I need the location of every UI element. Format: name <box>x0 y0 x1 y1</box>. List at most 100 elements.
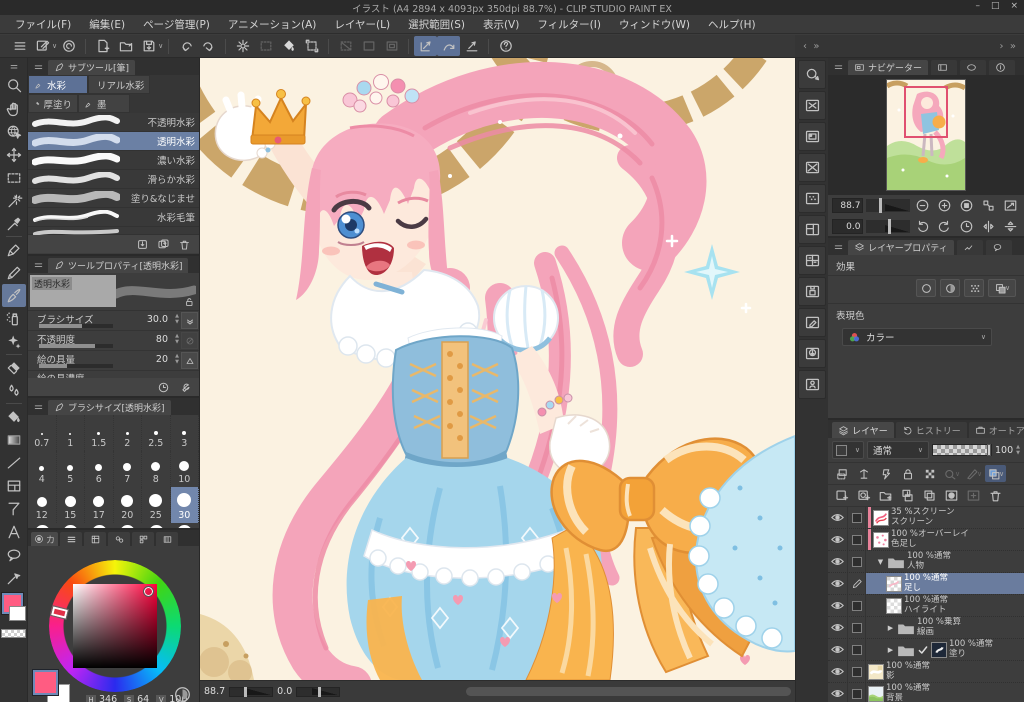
param-source-button[interactable] <box>181 312 198 329</box>
panel-menu-icon[interactable] <box>31 258 45 272</box>
color-slider-tab[interactable] <box>60 532 82 546</box>
redo-icon[interactable] <box>197 36 220 56</box>
stepper-icon[interactable]: ▲▼ <box>175 354 179 365</box>
crop-icon[interactable] <box>300 36 323 56</box>
detail-settings-icon[interactable] <box>178 381 191 394</box>
close-button[interactable]: × <box>1010 1 1018 11</box>
menu-window[interactable]: ウィンドウ(W) <box>610 17 699 32</box>
layer-row-folder[interactable]: ▶ 100 %通常塗り <box>828 639 1024 661</box>
zoom-in-icon[interactable] <box>935 197 954 214</box>
material-search-icon[interactable] <box>798 60 826 89</box>
clip-studio-icon[interactable] <box>57 36 80 56</box>
move-layer-tool[interactable] <box>2 143 26 166</box>
layer-row[interactable]: 100 %通常背景 <box>828 683 1024 702</box>
visibility-eye-icon[interactable] <box>828 529 848 550</box>
new-vector-layer-icon[interactable] <box>853 487 874 504</box>
3d-material-icon[interactable] <box>798 370 826 399</box>
maximize-button[interactable]: □ <box>991 1 1000 11</box>
rotate-left-icon[interactable] <box>913 218 932 235</box>
new-raster-layer-icon[interactable] <box>831 487 852 504</box>
apply-mask-icon[interactable] <box>963 487 984 504</box>
collapse-left-icon[interactable]: ‹ <box>803 41 807 52</box>
visibility-eye-icon[interactable] <box>828 595 848 616</box>
size-cell[interactable]: 6 <box>85 451 114 487</box>
add-subtool-icon[interactable] <box>157 238 170 251</box>
brush-item[interactable]: 濃い水彩 <box>28 151 199 170</box>
all-materials-icon[interactable] <box>798 91 826 120</box>
rotate-right-icon[interactable] <box>935 218 954 235</box>
size-cell[interactable]: 25 <box>142 487 171 523</box>
navigator-rotation-slider[interactable] <box>866 220 910 233</box>
fill-tool[interactable] <box>2 405 26 428</box>
enable-mask-icon[interactable]: ∨ <box>941 465 962 482</box>
workspace-edit-icon[interactable] <box>31 36 54 56</box>
clear-icon[interactable] <box>231 36 254 56</box>
history-tab[interactable]: ヒストリー <box>896 422 967 438</box>
subtool-group-tab-thick-paint[interactable]: 厚塗り <box>28 94 78 113</box>
panel-menu-icon[interactable] <box>31 60 45 74</box>
intermediate-color-tab[interactable] <box>108 532 130 546</box>
brush-item[interactable]: 滑らか水彩 <box>28 170 199 189</box>
tone-effect-icon[interactable] <box>964 279 984 297</box>
clip-to-layer-below-icon[interactable] <box>831 465 852 482</box>
transparent-color-swatch[interactable] <box>1 629 26 638</box>
layer-row[interactable]: 100 %オーバーレイ色足し <box>828 529 1024 551</box>
frame-border-tool[interactable] <box>2 474 26 497</box>
flip-vertical-icon[interactable] <box>1001 218 1020 235</box>
save-icon[interactable] <box>137 36 160 56</box>
size-cell[interactable]: 20 <box>114 487 143 523</box>
delete-subtool-icon[interactable] <box>178 238 191 251</box>
size-cell[interactable]: 12 <box>28 487 57 523</box>
layer-row[interactable]: 100 %通常ハイライト <box>828 595 1024 617</box>
animation-tab[interactable] <box>957 240 983 255</box>
menu-page[interactable]: ページ管理(P) <box>134 17 219 32</box>
layer-row[interactable]: 35 %スクリーンスクリーン <box>828 507 1024 529</box>
snap-grid-icon[interactable] <box>460 36 483 56</box>
lock-layer-icon[interactable] <box>897 465 918 482</box>
eyedropper-tool[interactable] <box>2 212 26 235</box>
correct-line-tool[interactable] <box>2 566 26 589</box>
gradient-disabled-icon[interactable] <box>357 36 380 56</box>
menu-icon[interactable] <box>8 36 31 56</box>
information-tab[interactable] <box>989 60 1015 75</box>
image-material-icon[interactable] <box>798 122 826 151</box>
layer-checkbox[interactable] <box>848 529 866 550</box>
size-cell[interactable]: 7 <box>114 451 143 487</box>
menu-file[interactable]: ファイル(F) <box>6 17 80 32</box>
opacity-value[interactable]: 100 <box>995 445 1013 456</box>
gradient-tool[interactable] <box>2 428 26 451</box>
frame-disabled-icon[interactable] <box>380 36 403 56</box>
snap-special-ruler-icon[interactable] <box>437 36 460 56</box>
visibility-eye-icon[interactable] <box>828 661 848 682</box>
visibility-eye-icon[interactable] <box>828 617 848 638</box>
transfer-to-lower-layer-icon[interactable] <box>897 487 918 504</box>
layer-checkbox[interactable] <box>848 551 866 572</box>
menu-filter[interactable]: フィルター(I) <box>528 17 610 32</box>
menu-selection[interactable]: 選択範囲(S) <box>399 17 474 32</box>
fringe-effect-icon[interactable] <box>940 279 960 297</box>
layer-checkbox[interactable] <box>848 507 866 528</box>
menu-layer[interactable]: レイヤー(L) <box>325 17 399 32</box>
zoom-tool[interactable] <box>2 74 26 97</box>
stepper-icon[interactable]: ▲▼ <box>1016 445 1020 456</box>
hand-tool[interactable] <box>2 97 26 120</box>
flip-horizontal-icon[interactable] <box>979 218 998 235</box>
layer-property-tab[interactable]: レイヤープロパティ <box>848 240 954 255</box>
select-disabled-icon[interactable] <box>334 36 357 56</box>
new-canvas-icon[interactable] <box>91 36 114 56</box>
brush-item-selected[interactable]: 透明水彩 <box>28 132 199 151</box>
expand-left-icon[interactable]: » <box>813 41 819 52</box>
toolstrip-menu-icon[interactable] <box>2 59 26 74</box>
panel-menu-icon[interactable] <box>831 60 845 74</box>
opacity-slider[interactable] <box>932 444 992 456</box>
navigator-tab[interactable]: ナビゲーター <box>848 60 928 75</box>
menu-edit[interactable]: 編集(E) <box>80 17 134 32</box>
balloon-tab[interactable] <box>986 240 1012 255</box>
layer-color-effect-icon[interactable]: ∨ <box>988 279 1016 297</box>
palette-color-select[interactable]: ∨ <box>832 441 864 459</box>
stepper-icon[interactable]: ▲▼ <box>175 334 179 345</box>
visibility-eye-icon[interactable] <box>828 683 848 702</box>
size-cell[interactable]: 1 <box>57 415 86 451</box>
layer-row-folder[interactable]: ▼ 100 %通常人物 <box>828 551 1024 573</box>
subtool-group-tab-watercolor[interactable]: 水彩 <box>28 75 88 94</box>
